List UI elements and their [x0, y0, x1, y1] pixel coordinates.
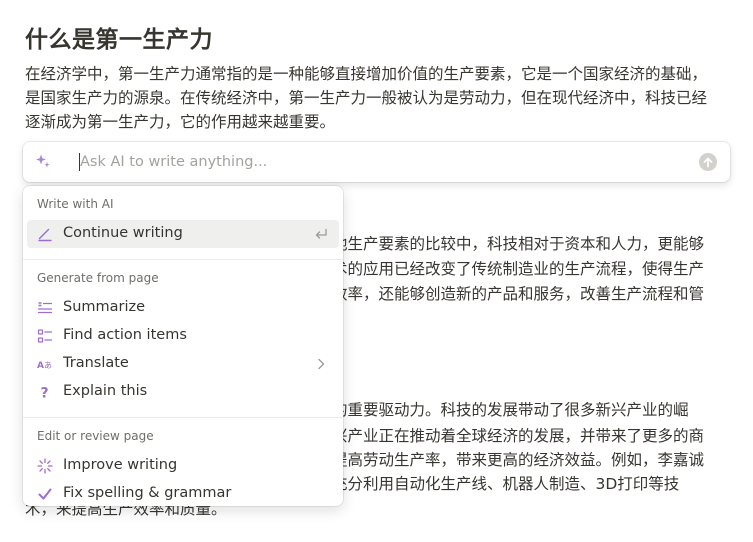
submit-button[interactable] — [699, 153, 717, 171]
menu-item-label: Fix spelling & grammar — [63, 485, 232, 501]
translate-icon: A あ — [37, 361, 52, 371]
menu-item-translate[interactable]: A あ Translate — [27, 350, 339, 378]
menu-item-fix-spelling-grammar[interactable]: Fix spelling & grammar — [27, 480, 339, 506]
sparkle-burst-icon — [37, 458, 53, 474]
menu-item-label: Summarize — [63, 299, 146, 315]
enter-icon — [315, 228, 327, 239]
menu-item-explain-this[interactable]: ? Explain this — [27, 378, 339, 406]
checkmark-icon — [38, 488, 52, 500]
page-title: 什么是第一生产力 — [25, 27, 213, 53]
ai-prompt-bar[interactable] — [23, 142, 730, 182]
menu-item-label: Translate — [63, 355, 129, 371]
svg-text:あ: あ — [44, 361, 52, 370]
body-text-line: 他生产要素的比较中，科技相对于资本和人力，更能够 — [332, 235, 705, 253]
ai-prompt-input[interactable] — [80, 151, 680, 173]
question-mark-icon: ? — [41, 386, 49, 401]
checklist-icon — [37, 329, 53, 343]
summary-lines-icon — [37, 302, 53, 314]
paragraph-line: 在经济学中，第一生产力通常指的是一种能够直接增加价值的生产要素，它是一个国家经济… — [25, 65, 708, 83]
paragraph-line: 逐渐成为第一生产力，它的作用越来越重要。 — [25, 113, 336, 131]
body-text-line: 充分利用自动化生产线、机器人制造、3D打印等技 — [332, 475, 680, 493]
body-text-line: 提高劳动生产率，带来更高的经济效益。例如，李嘉诚 — [332, 451, 705, 469]
section-label-edit-or-review: Edit or review page — [37, 429, 154, 443]
menu-item-improve-writing[interactable]: Improve writing — [27, 452, 339, 480]
arrow-up-icon — [703, 157, 713, 168]
svg-text:A: A — [37, 361, 44, 371]
menu-item-summarize[interactable]: Summarize — [27, 294, 339, 322]
body-text-line: 术的应用已经改变了传统制造业的生产流程，使得生产 — [332, 260, 705, 278]
svg-text:?: ? — [41, 386, 49, 401]
menu-item-continue-writing[interactable]: Continue writing — [27, 220, 339, 248]
menu-item-label: Explain this — [63, 383, 148, 399]
menu-item-label: Continue writing — [63, 225, 183, 241]
menu-item-label: Find action items — [63, 327, 187, 343]
pen-icon — [38, 228, 52, 242]
ai-sparkle-icon — [36, 154, 50, 168]
ai-command-menu: Write with AI Continue writing Generate … — [23, 186, 343, 506]
menu-item-find-action-items[interactable]: Find action items — [27, 322, 339, 350]
paragraph-line: 是国家生产力的源泉。在传统经济中，第一生产力一般被认为是劳动力，但在现代经济中，… — [25, 89, 708, 107]
body-text-line: 效率，还能够创造新的产品和服务，改善生产流程和管 — [332, 285, 705, 303]
intro-paragraph[interactable]: 在经济学中，第一生产力通常指的是一种能够直接增加价值的生产要素，它是一个国家经济… — [25, 62, 730, 134]
section-label-write-with-ai: Write with AI — [37, 197, 114, 211]
menu-item-label: Improve writing — [63, 457, 178, 473]
body-text-line: 的重要驱动力。科技的发展带动了很多新兴产业的崛 — [332, 401, 689, 419]
menu-divider — [23, 259, 343, 260]
chevron-right-icon — [318, 358, 325, 370]
menu-divider — [23, 417, 343, 418]
body-text-line: 兴产业正在推动着全球经济的发展，并带来了更多的商 — [332, 427, 705, 445]
section-label-generate-from-page: Generate from page — [37, 271, 159, 285]
